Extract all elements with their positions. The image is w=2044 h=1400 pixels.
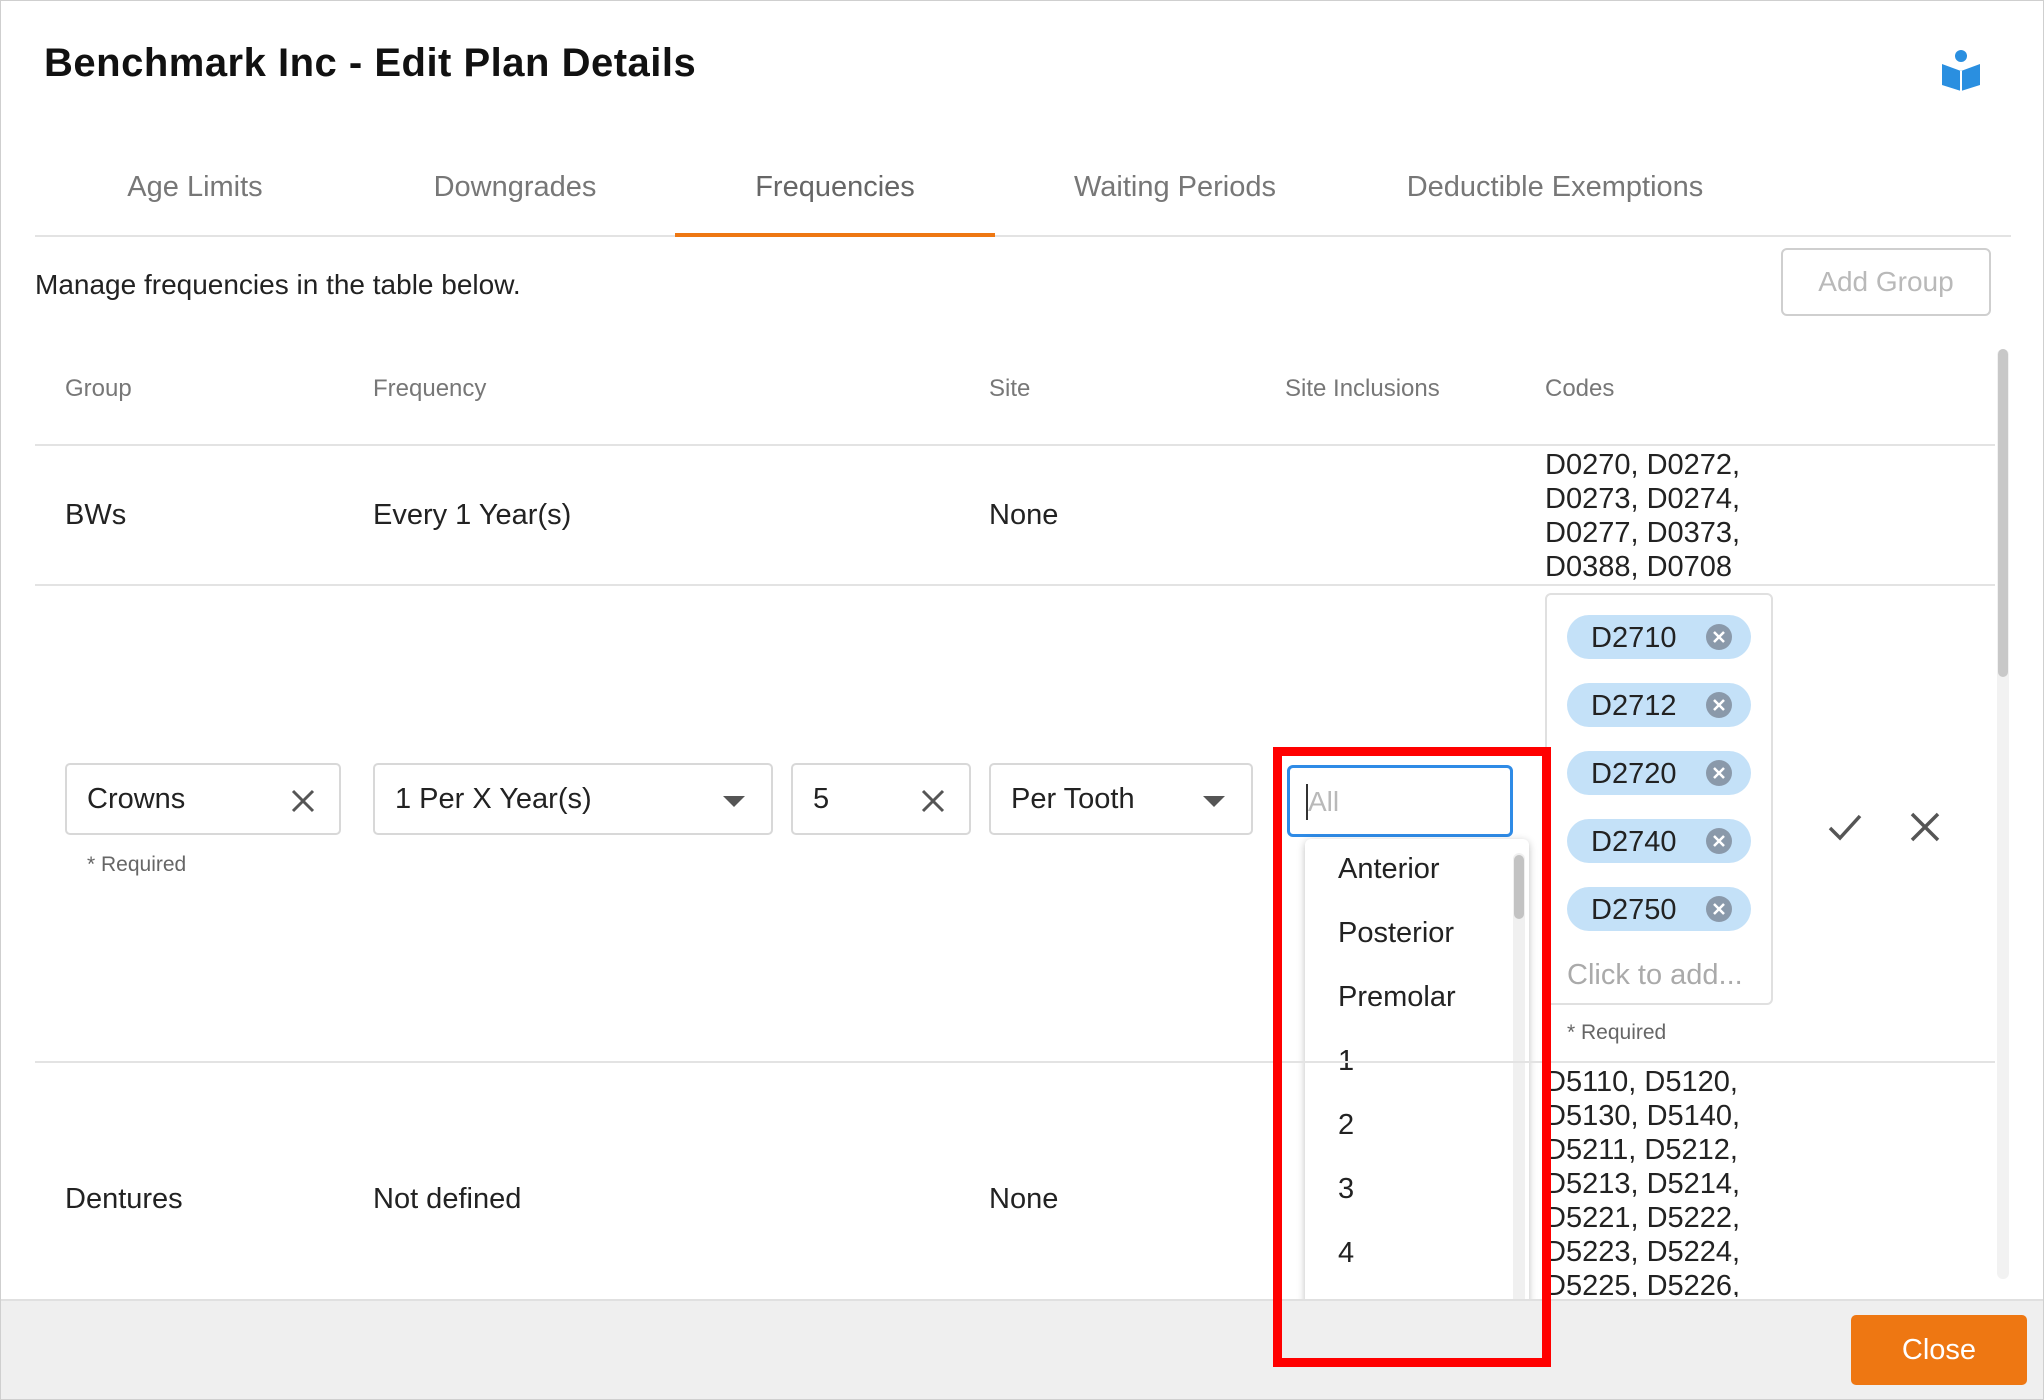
site-inclusions-placeholder: All: [1308, 786, 1340, 817]
code-chip-label: D2712: [1591, 690, 1677, 722]
dialog-footer: [1, 1299, 2043, 1399]
add-group-button[interactable]: Add Group: [1781, 248, 1991, 316]
code-chip: D2712: [1567, 683, 1751, 727]
site-select[interactable]: Per Tooth: [989, 763, 1253, 835]
remove-chip-icon[interactable]: [1705, 623, 1733, 651]
clear-icon[interactable]: [289, 787, 317, 815]
dropdown-option-4[interactable]: 4: [1338, 1237, 1354, 1270]
table-scrollbar-thumb[interactable]: [1998, 349, 2008, 677]
chevron-down-icon: [1203, 796, 1225, 807]
edit-plan-dialog: Benchmark Inc - Edit Plan Details Age Li…: [0, 0, 2044, 1400]
code-chip-label: D2710: [1591, 622, 1677, 654]
tab-frequencies[interactable]: Frequencies: [675, 151, 995, 237]
group-name-input[interactable]: Crowns: [65, 763, 341, 835]
column-header-site: Site: [989, 375, 1031, 402]
code-chip-label: D2720: [1591, 758, 1677, 790]
frequency-select-value: 1 Per X Year(s): [395, 783, 592, 815]
code-chip: D2740: [1567, 819, 1751, 863]
tab-age-limits[interactable]: Age Limits: [55, 151, 335, 235]
column-header-codes: Codes: [1545, 375, 1615, 402]
row-divider: [35, 1061, 1995, 1063]
remove-chip-icon[interactable]: [1705, 895, 1733, 923]
remove-chip-icon[interactable]: [1705, 691, 1733, 719]
row-bws-group: BWs: [65, 499, 127, 531]
code-chip-label: D2740: [1591, 826, 1677, 858]
dropdown-option-anterior[interactable]: Anterior: [1338, 853, 1440, 886]
site-inclusions-search-input[interactable]: All: [1287, 765, 1513, 837]
code-chip-label: D2750: [1591, 894, 1677, 926]
clear-icon[interactable]: [919, 787, 947, 815]
row-dentures-frequency: Not defined: [373, 1183, 522, 1215]
row-bws-codes: D0270, D0272, D0273, D0274, D0277, D0373…: [1545, 449, 1741, 583]
tab-downgrades[interactable]: Downgrades: [355, 151, 675, 235]
codes-add-placeholder[interactable]: Click to add...: [1567, 959, 1743, 992]
group-name-value: Crowns: [87, 783, 186, 815]
column-header-site-inclusions: Site Inclusions: [1285, 375, 1440, 402]
row-dentures-codes: D5110, D5120, D5130, D5140, D5211, D5212…: [1545, 1066, 1741, 1297]
code-chip: D2710: [1567, 615, 1751, 659]
years-input-value: 5: [813, 783, 830, 815]
dropdown-option-premolar[interactable]: Premolar: [1338, 981, 1456, 1014]
book-reader-icon[interactable]: [1939, 47, 1983, 91]
tab-waiting-periods[interactable]: Waiting Periods: [1015, 151, 1335, 235]
group-required-hint: * Required: [87, 853, 187, 876]
dropdown-scrollbar-thumb[interactable]: [1514, 855, 1524, 919]
cancel-x-icon[interactable]: [1907, 809, 1943, 845]
row-bws-frequency: Every 1 Year(s): [373, 499, 572, 531]
dropdown-option-posterior[interactable]: Posterior: [1338, 917, 1454, 950]
chevron-down-icon: [723, 796, 745, 807]
remove-chip-icon[interactable]: [1705, 827, 1733, 855]
close-button[interactable]: Close: [1851, 1315, 2027, 1385]
dropdown-option-2[interactable]: 2: [1338, 1109, 1354, 1142]
site-inclusions-dropdown: Anterior Posterior Premolar 1 2 3 4 5: [1305, 839, 1529, 1349]
row-dentures-site: None: [989, 1183, 1059, 1215]
frequency-select[interactable]: 1 Per X Year(s): [373, 763, 773, 835]
dialog-title: Benchmark Inc - Edit Plan Details: [44, 41, 697, 85]
dropdown-scrollbar[interactable]: [1513, 853, 1525, 1333]
code-chip: D2750: [1567, 887, 1751, 931]
years-input[interactable]: 5: [791, 763, 971, 835]
codes-multiselect[interactable]: D2710 D2712 D2720 D2740 D2750 Click to a…: [1545, 593, 1773, 1005]
column-header-group: Group: [65, 375, 132, 402]
site-select-value: Per Tooth: [1011, 783, 1135, 815]
confirm-check-icon[interactable]: [1827, 809, 1863, 845]
column-header-frequency: Frequency: [373, 375, 487, 402]
code-chip: D2720: [1567, 751, 1751, 795]
row-divider: [35, 444, 1995, 446]
row-bws-site: None: [989, 499, 1059, 531]
dropdown-option-3[interactable]: 3: [1338, 1173, 1354, 1206]
table-description: Manage frequencies in the table below.: [35, 269, 521, 300]
codes-required-hint: * Required: [1567, 1021, 1667, 1044]
remove-chip-icon[interactable]: [1705, 759, 1733, 787]
row-dentures-group: Dentures: [65, 1183, 183, 1215]
row-divider: [35, 584, 1995, 586]
tab-deductible-exemptions[interactable]: Deductible Exemptions: [1345, 151, 1765, 235]
tab-bar: Age Limits Downgrades Frequencies Waitin…: [35, 151, 2011, 237]
